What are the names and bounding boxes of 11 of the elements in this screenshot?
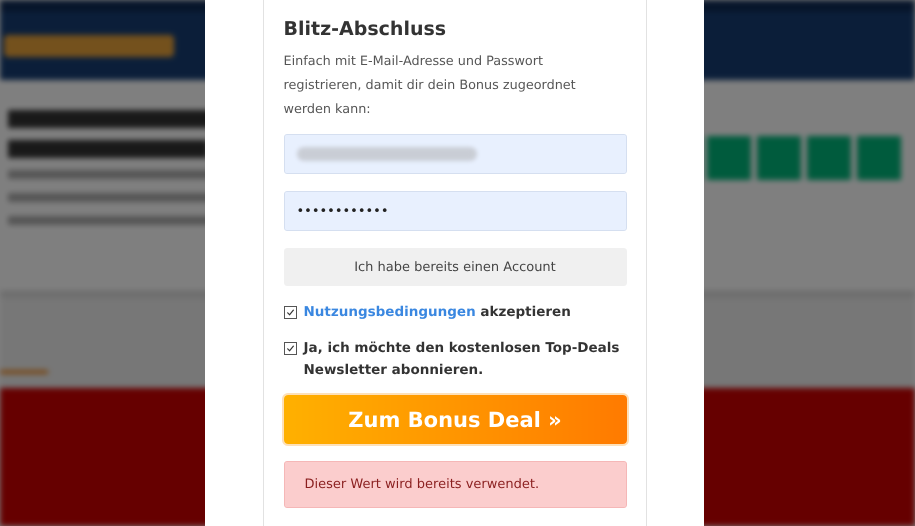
email-field[interactable] (284, 134, 626, 174)
dialog-description: Einfach mit E-Mail-Adresse und Passwort registrieren, damit dir dein Bonus zugeordnet werden kann: (284, 53, 577, 119)
checkbox[interactable] (284, 342, 296, 355)
checkbox[interactable] (284, 306, 296, 319)
dialog-title: Blitz-Abschluss (284, 18, 448, 40)
error-message: Dieser Wert wird bereits verwendet. (284, 461, 626, 508)
checkbox-label: Ja, ich möchte den kostenlosen Top-Deals Newsletter abonnieren. (304, 339, 620, 380)
account-button[interactable]: Ich habe bereits einen Account (284, 248, 626, 286)
password-field[interactable]: •••••••••••• (284, 191, 626, 231)
checkbox-label: akzeptieren (480, 304, 571, 320)
terms-link[interactable]: Nutzungsbedingungen (304, 304, 476, 320)
